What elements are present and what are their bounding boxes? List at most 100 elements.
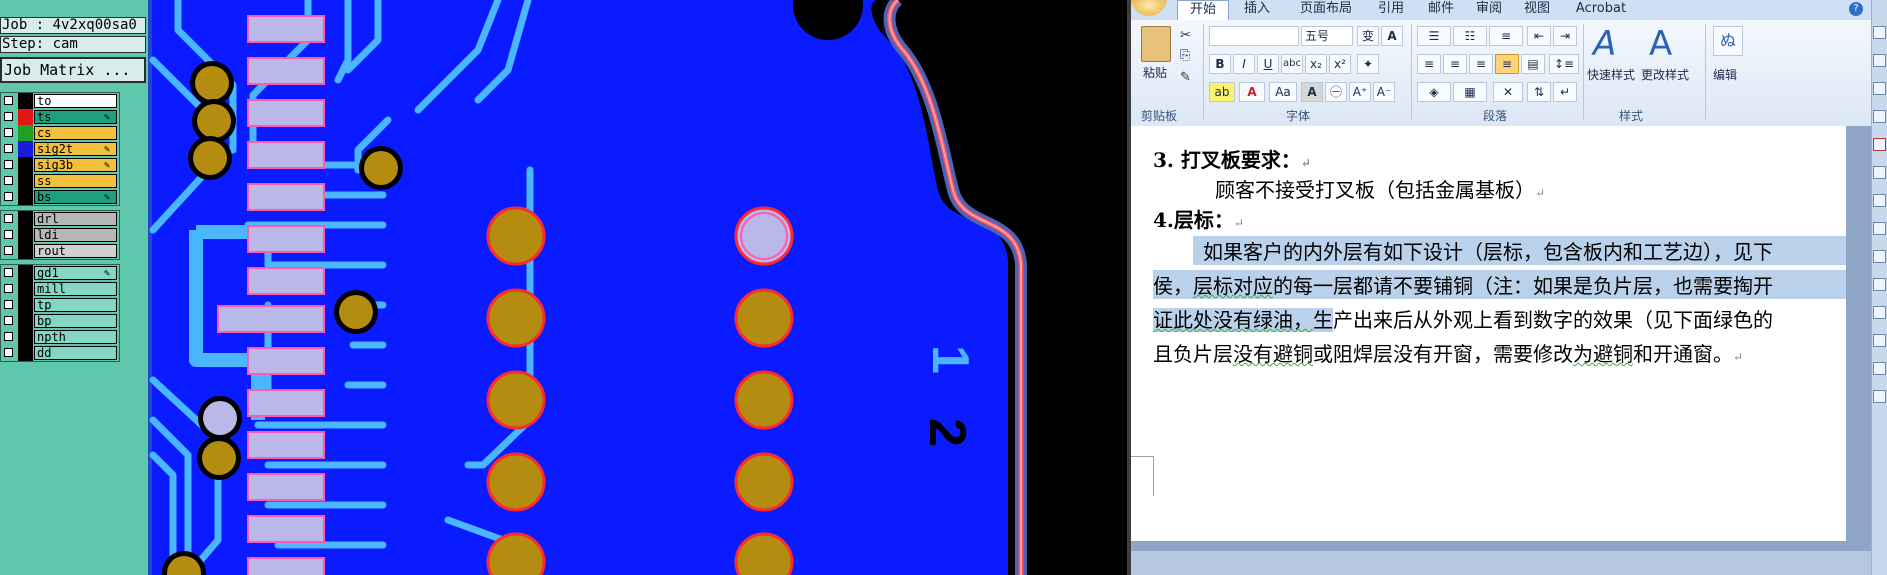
job-matrix-button[interactable]: Job Matrix ...: [0, 57, 146, 83]
layer-color-swatch[interactable]: [18, 329, 33, 345]
layer-row-ts[interactable]: ts ✎: [1, 109, 119, 125]
layer-row-to[interactable]: to: [1, 93, 119, 109]
layer-checkbox[interactable]: [4, 112, 13, 121]
layer-row-drl[interactable]: drl: [1, 211, 119, 227]
enclose-char-icon[interactable]: ㊀: [1325, 82, 1347, 102]
layer-name[interactable]: sig2t ✎: [34, 142, 117, 156]
layer-color-swatch[interactable]: [18, 141, 33, 157]
layer-row-rout[interactable]: rout: [1, 243, 119, 259]
tab-references[interactable]: 引用: [1371, 0, 1411, 20]
layer-checkbox[interactable]: [4, 160, 13, 169]
layer-row-npth[interactable]: npth: [1, 329, 119, 345]
clear-format-icon[interactable]: ✦: [1357, 54, 1379, 74]
toolbar-icon[interactable]: [1873, 194, 1886, 207]
layer-row-ss[interactable]: ss: [1, 173, 119, 189]
toolbar-icon[interactable]: [1873, 278, 1886, 291]
pcb-canvas[interactable]: 1 2: [148, 0, 1127, 575]
layer-row-ldi[interactable]: ldi: [1, 227, 119, 243]
find-icon[interactable]: ぬ: [1713, 26, 1743, 56]
layer-name[interactable]: tp: [34, 298, 117, 312]
sort-icon[interactable]: ⇅: [1527, 82, 1551, 102]
layer-name[interactable]: sig3b ✎: [34, 158, 117, 172]
layer-checkbox[interactable]: [4, 246, 13, 255]
layer-checkbox[interactable]: [4, 230, 13, 239]
layer-name[interactable]: dd: [34, 346, 117, 360]
layer-checkbox[interactable]: [4, 268, 13, 277]
copy-icon[interactable]: ⎘: [1180, 48, 1190, 63]
subscript-icon[interactable]: x₂: [1305, 54, 1327, 74]
layer-checkbox[interactable]: [4, 332, 13, 341]
layer-color-swatch[interactable]: [18, 281, 33, 297]
tab-page-layout[interactable]: 页面布局: [1291, 0, 1361, 20]
layer-checkbox[interactable]: [4, 316, 13, 325]
layer-color-swatch[interactable]: [18, 93, 33, 109]
toolbar-icon[interactable]: [1873, 82, 1886, 95]
layer-name[interactable]: cs: [34, 126, 117, 140]
char-shading-icon[interactable]: A: [1301, 82, 1323, 102]
layer-row-sig3b[interactable]: sig3b ✎: [1, 157, 119, 173]
format-painter-icon[interactable]: ✎: [1180, 70, 1191, 85]
tab-acrobat[interactable]: Acrobat: [1571, 0, 1631, 20]
edit-label[interactable]: 编辑: [1713, 66, 1737, 83]
office-button-icon[interactable]: [1131, 0, 1167, 16]
layer-name[interactable]: to: [34, 94, 117, 108]
layer-row-bs[interactable]: bs ✎: [1, 189, 119, 205]
underline-icon[interactable]: U: [1257, 54, 1279, 74]
borders-icon[interactable]: ▦: [1453, 82, 1487, 102]
layer-row-bp[interactable]: bp: [1, 313, 119, 329]
paste-icon[interactable]: [1141, 26, 1171, 62]
layer-color-swatch[interactable]: [18, 211, 33, 227]
change-case-icon[interactable]: 变: [1357, 26, 1379, 46]
toolbar-icon[interactable]: [1873, 222, 1886, 235]
superscript-icon[interactable]: x²: [1329, 54, 1351, 74]
toolbar-icon[interactable]: [1873, 138, 1886, 151]
layer-checkbox[interactable]: [4, 128, 13, 137]
layer-name[interactable]: bp: [34, 314, 117, 328]
layer-color-swatch[interactable]: [18, 125, 33, 141]
layer-checkbox[interactable]: [4, 176, 13, 185]
italic-icon[interactable]: I: [1233, 54, 1255, 74]
layer-checkbox[interactable]: [4, 284, 13, 293]
font-color-icon[interactable]: A: [1239, 82, 1265, 102]
layer-checkbox[interactable]: [4, 144, 13, 153]
toolbar-icon[interactable]: [1873, 250, 1886, 263]
bullets-icon[interactable]: ☰: [1417, 26, 1451, 46]
layer-color-swatch[interactable]: [18, 189, 33, 205]
shrink-font-icon[interactable]: A⁻: [1373, 82, 1395, 102]
show-marks-icon[interactable]: ↵: [1553, 82, 1577, 102]
layer-color-swatch[interactable]: [18, 345, 33, 361]
layer-checkbox[interactable]: [4, 300, 13, 309]
layer-name[interactable]: mill: [34, 282, 117, 296]
align-left-icon[interactable]: ≡: [1417, 54, 1441, 74]
quick-style-label[interactable]: 快速样式: [1587, 66, 1635, 83]
layer-color-swatch[interactable]: [18, 297, 33, 313]
layer-color-swatch[interactable]: [18, 265, 33, 281]
quick-style-icon[interactable]: A: [1593, 24, 1616, 64]
decrease-indent-icon[interactable]: ⇤: [1527, 26, 1551, 46]
toolbar-icon[interactable]: [1873, 334, 1886, 347]
layer-name[interactable]: ts ✎: [34, 110, 117, 124]
multilevel-list-icon[interactable]: ≡: [1489, 26, 1523, 46]
layer-name[interactable]: npth: [34, 330, 117, 344]
highlight-icon[interactable]: ab: [1209, 82, 1235, 102]
layer-color-swatch[interactable]: [18, 243, 33, 259]
toolbar-icon[interactable]: [1873, 26, 1886, 39]
layer-name[interactable]: drl: [34, 212, 117, 226]
tab-view[interactable]: 视图: [1517, 0, 1557, 20]
layer-checkbox[interactable]: [4, 96, 13, 105]
layer-color-swatch[interactable]: [18, 227, 33, 243]
align-center-icon[interactable]: ≡: [1443, 54, 1467, 74]
document-page[interactable]: 3. 打叉板要求：↵ 顾客不接受打叉板（包括金属基板）↵ 4.层标：↵ 如果客户…: [1131, 126, 1846, 541]
distributed-icon[interactable]: ▤: [1521, 54, 1545, 74]
layer-name[interactable]: bs ✎: [34, 190, 117, 204]
layer-color-swatch[interactable]: [18, 109, 33, 125]
cut-icon[interactable]: ✂: [1180, 28, 1191, 43]
layer-name[interactable]: ss: [34, 174, 117, 188]
tab-insert[interactable]: 插入: [1237, 0, 1277, 20]
grow-font-icon[interactable]: A⁺: [1349, 82, 1371, 102]
font-size-combo[interactable]: 五号: [1301, 26, 1353, 46]
layer-row-dd[interactable]: dd: [1, 345, 119, 361]
shading-icon[interactable]: ◈: [1417, 82, 1451, 102]
increase-indent-icon[interactable]: ⇥: [1553, 26, 1577, 46]
toolbar-icon[interactable]: [1873, 306, 1886, 319]
